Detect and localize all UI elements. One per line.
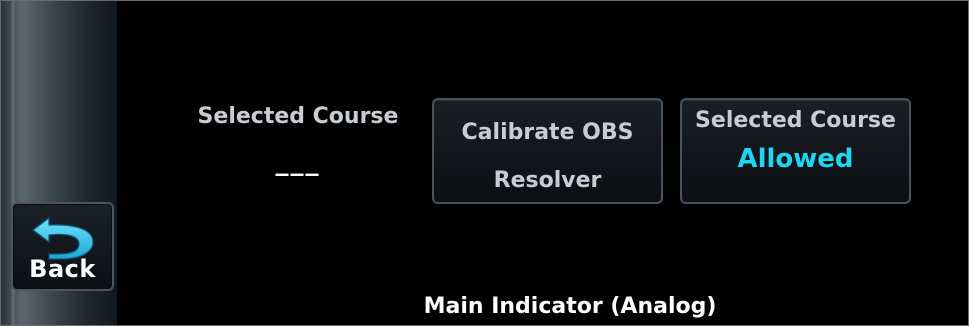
selected-course-button-value: Allowed [737,144,854,174]
selected-course-status: Selected Course ___ [168,104,428,177]
back-button[interactable]: Back [11,202,114,291]
selected-course-button[interactable]: Selected Course Allowed [680,98,911,204]
selected-course-button-title: Selected Course [695,108,896,133]
calibrate-obs-resolver-button[interactable]: Calibrate OBS Resolver [432,98,663,204]
back-button-label: Back [29,255,96,283]
back-arrow-icon [32,216,94,260]
page-title: Main Indicator (Analog) [423,294,717,319]
selected-course-status-title: Selected Course [197,104,399,129]
calibrate-button-label-line1: Calibrate OBS [461,120,634,145]
calibrate-button-label-line2: Resolver [493,168,602,193]
selected-course-status-value: ___ [275,147,321,177]
